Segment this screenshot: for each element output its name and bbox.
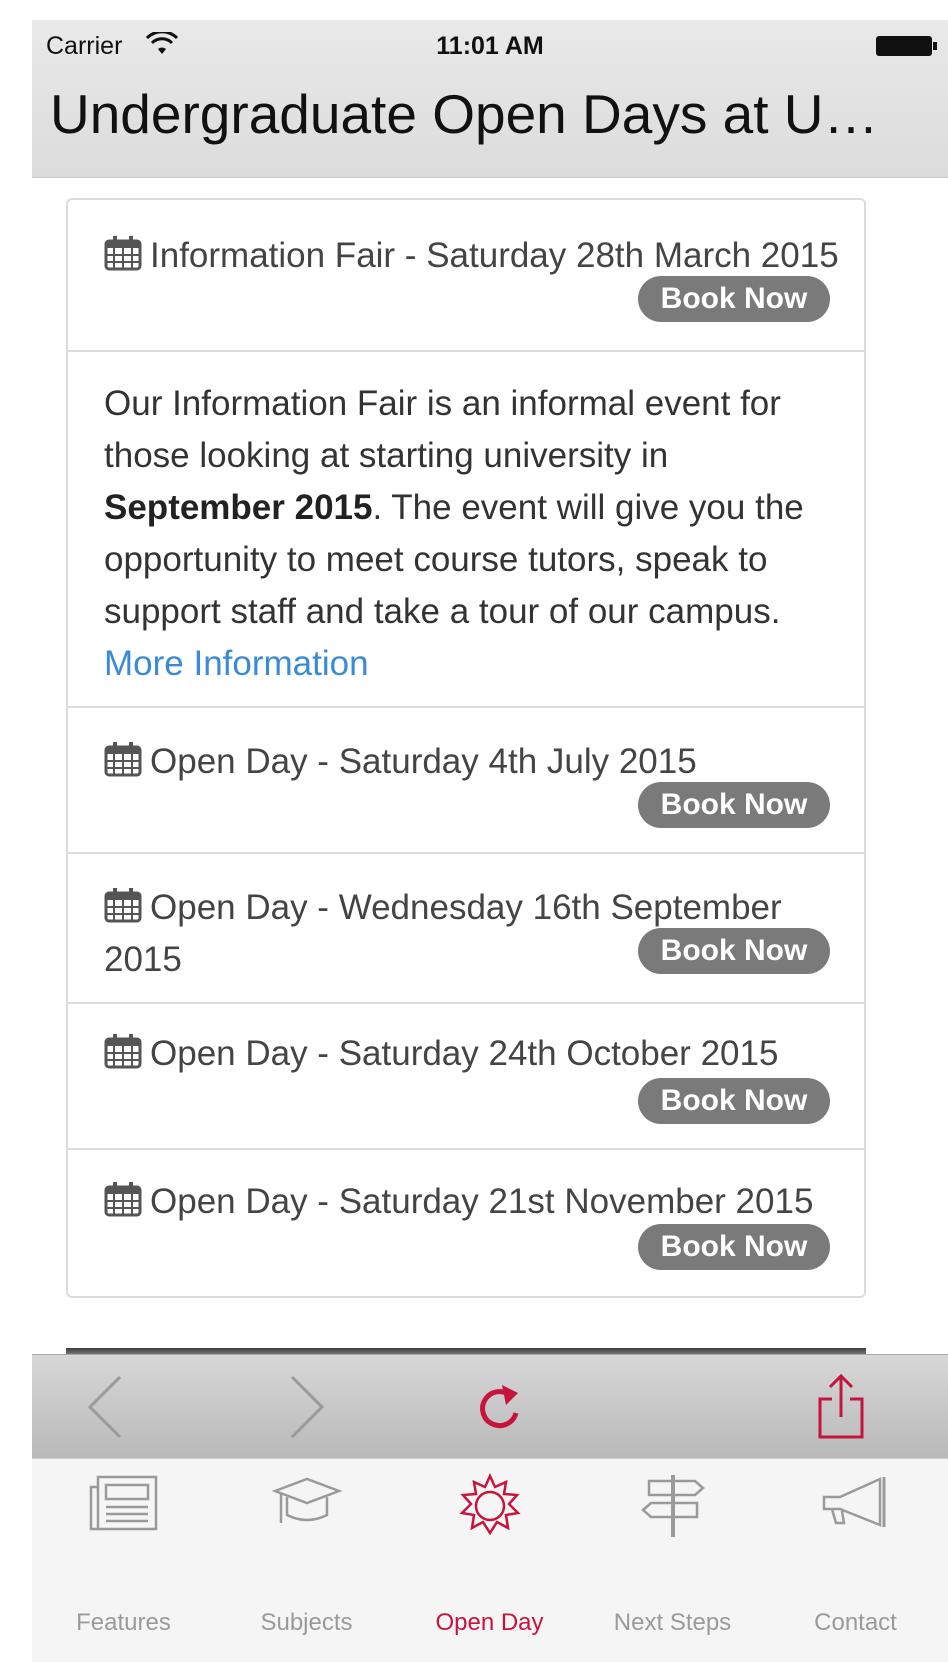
event-title: Open Day - Saturday 24th October 2015 bbox=[104, 1028, 844, 1080]
app-screen: Carrier 11:01 AM Undergraduate Open Days… bbox=[32, 20, 948, 1662]
battery-icon bbox=[876, 36, 937, 56]
status-bar: Carrier 11:01 AM bbox=[32, 20, 948, 72]
book-now-button[interactable]: Book Now bbox=[638, 276, 830, 322]
graduation-cap-icon bbox=[270, 1477, 343, 1523]
event-title-text: Open Day - Saturday 21st November 2015 bbox=[150, 1182, 814, 1221]
page-title: Undergraduate Open Days at U… bbox=[50, 83, 879, 145]
signpost-icon bbox=[640, 1475, 705, 1537]
event-title: Open Day - Saturday 21st November 2015 bbox=[104, 1176, 844, 1228]
list-item: Open Day - Saturday 21st November 2015 B… bbox=[68, 1150, 864, 1298]
tab-label: Open Day bbox=[435, 1609, 544, 1636]
tab-label: Subjects bbox=[260, 1609, 353, 1636]
description-text: Our Information Fair is an informal even… bbox=[104, 378, 844, 690]
event-description: Our Information Fair is an informal even… bbox=[68, 352, 864, 708]
tab-features[interactable]: Features bbox=[32, 1459, 215, 1662]
list-item: Open Day - Saturday 24th October 2015 Bo… bbox=[68, 1004, 864, 1150]
tab-contact[interactable]: Contact bbox=[764, 1459, 947, 1662]
web-content[interactable]: Information Fair - Saturday 28th March 2… bbox=[32, 178, 948, 1358]
sun-icon bbox=[458, 1473, 521, 1536]
tab-label: Contact bbox=[814, 1609, 897, 1636]
tab-subjects[interactable]: Subjects bbox=[215, 1459, 398, 1662]
list-item: Open Day - Saturday 4th July 2015 Book N… bbox=[68, 708, 864, 854]
calendar-icon bbox=[104, 888, 142, 923]
status-time: 11:01 AM bbox=[436, 32, 544, 60]
browser-toolbar bbox=[32, 1354, 948, 1458]
calendar-icon bbox=[104, 742, 142, 777]
list-item: Open Day - Wednesday 16th September 2015… bbox=[68, 854, 864, 1004]
calendar-icon bbox=[104, 1034, 142, 1069]
tab-label: Features bbox=[76, 1609, 171, 1636]
event-title-text: Open Day - Saturday 24th October 2015 bbox=[150, 1034, 779, 1073]
megaphone-icon bbox=[822, 1477, 885, 1527]
event-title-text: Information Fair - Saturday 28th March 2… bbox=[150, 236, 839, 275]
calendar-icon bbox=[104, 1182, 142, 1217]
book-now-button[interactable]: Book Now bbox=[638, 782, 830, 828]
tab-bar: Features Subjects Open Day Next Steps Co… bbox=[32, 1458, 948, 1662]
description-part-1: Our Information Fair is an informal even… bbox=[104, 384, 781, 475]
tab-label: Next Steps bbox=[613, 1609, 732, 1636]
more-information-link[interactable]: More Information bbox=[104, 644, 369, 683]
reload-icon[interactable] bbox=[472, 1373, 528, 1441]
event-title-text: Open Day - Saturday 4th July 2015 bbox=[150, 742, 697, 781]
newspaper-icon bbox=[89, 1475, 157, 1531]
tab-open-day[interactable]: Open Day bbox=[398, 1459, 581, 1662]
share-icon[interactable] bbox=[816, 1373, 866, 1441]
tab-next-steps[interactable]: Next Steps bbox=[581, 1459, 764, 1662]
navigation-header: Carrier 11:01 AM Undergraduate Open Days… bbox=[32, 20, 948, 178]
events-list-panel: Information Fair - Saturday 28th March 2… bbox=[66, 198, 866, 1298]
book-now-button[interactable]: Book Now bbox=[638, 928, 830, 974]
back-icon[interactable] bbox=[84, 1373, 124, 1441]
calendar-icon bbox=[104, 236, 142, 271]
forward-icon[interactable] bbox=[288, 1373, 328, 1441]
list-item: Information Fair - Saturday 28th March 2… bbox=[68, 200, 864, 352]
book-now-button[interactable]: Book Now bbox=[638, 1224, 830, 1270]
event-title: Open Day - Saturday 4th July 2015 bbox=[104, 736, 844, 788]
description-bold: September 2015 bbox=[104, 488, 373, 527]
book-now-button[interactable]: Book Now bbox=[638, 1078, 830, 1124]
event-title: Information Fair - Saturday 28th March 2… bbox=[104, 230, 844, 282]
